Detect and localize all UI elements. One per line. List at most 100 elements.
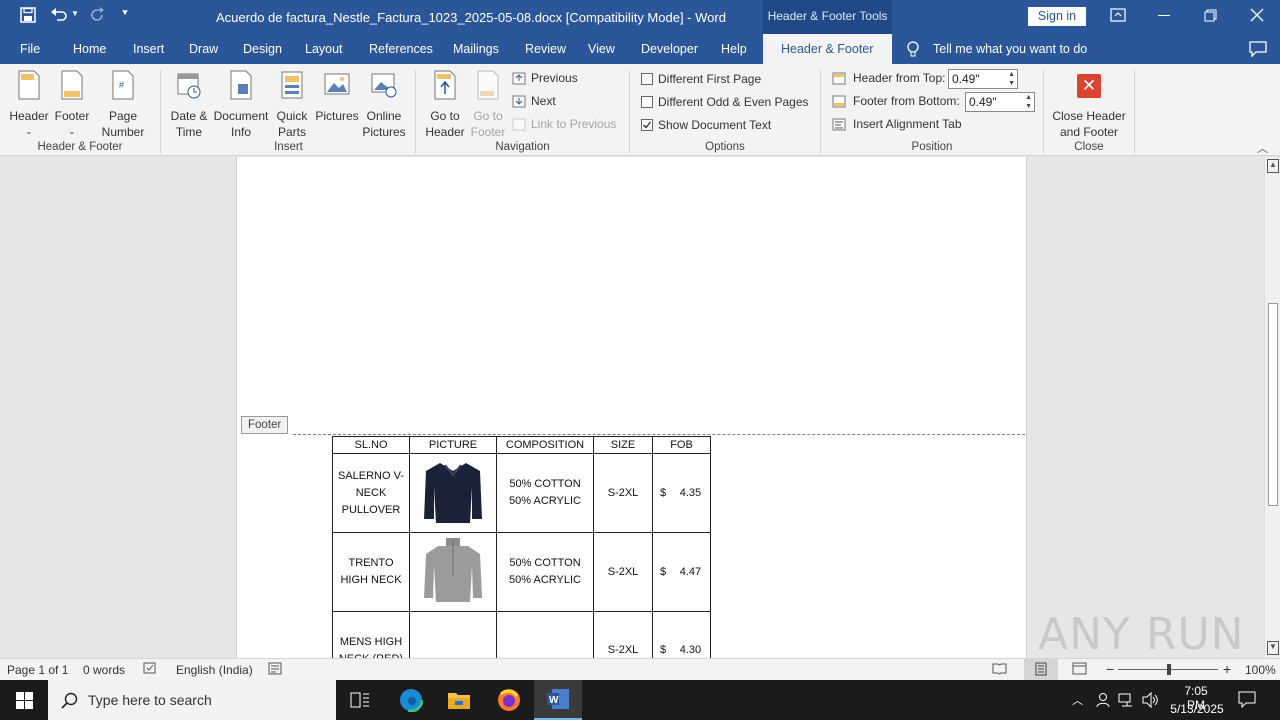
comments-icon[interactable] — [1249, 41, 1267, 60]
previous-button[interactable]: Previous — [512, 71, 578, 85]
tab-view[interactable]: View — [588, 42, 615, 56]
product-size: S-2XL — [593, 611, 653, 658]
save-icon[interactable] — [20, 7, 36, 26]
checkbox-checked[interactable] — [641, 119, 653, 131]
show-document-text-checkbox[interactable]: Show Document Text — [641, 118, 771, 132]
tab-layout[interactable]: Layout — [305, 42, 343, 56]
undo-icon[interactable] — [50, 6, 68, 25]
word-taskbar-icon[interactable]: W — [534, 680, 582, 720]
zoom-level[interactable]: 100% — [1245, 663, 1276, 677]
tell-me-search[interactable]: Tell me what you want to do — [933, 42, 1087, 56]
footer-icon — [61, 70, 83, 100]
edge-icon[interactable] — [388, 680, 434, 720]
ribbon-display-options-icon[interactable] — [1110, 8, 1126, 25]
footer-from-bottom-input[interactable]: 0.49" ▲ ▼ — [965, 92, 1035, 112]
zoom-slider-thumb[interactable] — [1167, 664, 1171, 675]
product-fob: $4.30 — [652, 611, 711, 658]
footer-button[interactable]: Footer ⌄ — [52, 70, 92, 140]
group-label-insert: Insert — [274, 141, 303, 153]
quick-parts-icon — [281, 71, 303, 99]
task-view-icon[interactable] — [338, 680, 382, 720]
close-window-icon[interactable] — [1250, 8, 1264, 25]
people-icon[interactable] — [1096, 692, 1110, 711]
product-table[interactable]: SL.NO PICTURE COMPOSITION SIZE FOB SALER… — [332, 436, 711, 658]
calendar-icon — [177, 73, 201, 99]
document-info-button[interactable]: Document Info — [212, 70, 270, 140]
col-header-picture: PICTURE — [409, 436, 497, 454]
minimize-icon[interactable] — [1158, 15, 1170, 16]
product-name: MENS HIGH NECK (RED) — [332, 611, 410, 658]
notification-icon[interactable] — [1238, 691, 1256, 711]
redo-icon[interactable] — [89, 7, 105, 26]
table-header-row: SL.NO PICTURE COMPOSITION SIZE FOB — [332, 436, 711, 454]
tab-file[interactable]: File — [20, 42, 40, 56]
taskbar-search-box[interactable]: Type here to search — [48, 680, 336, 720]
tab-home[interactable]: Home — [73, 42, 106, 56]
document-page[interactable]: Footer SL.NO PICTURE COMPOSITION SIZE FO… — [236, 157, 1027, 658]
zoom-in-icon[interactable]: + — [1223, 661, 1231, 677]
product-picture-empty — [409, 611, 497, 658]
insert-alignment-tab-button[interactable]: Insert Alignment Tab — [832, 117, 962, 131]
link-to-previous-button[interactable]: Link to Previous — [512, 117, 616, 131]
word-count[interactable]: 0 words — [83, 663, 125, 677]
undo-dropdown-icon[interactable]: ▼ — [71, 9, 79, 18]
page-number-button[interactable]: # Page Number — [92, 70, 154, 140]
web-layout-icon[interactable] — [1072, 662, 1087, 678]
zoom-out-icon[interactable]: − — [1106, 661, 1114, 677]
go-to-header-icon — [434, 70, 456, 100]
go-to-header-button[interactable]: Go to Header — [422, 70, 468, 140]
date-time-button[interactable]: Date & Time — [166, 70, 212, 140]
proofing-icon[interactable] — [143, 662, 158, 678]
header-position-icon — [832, 72, 846, 84]
tab-insert[interactable]: Insert — [133, 42, 164, 56]
vertical-scrollbar[interactable]: ▲ ▼ — [1264, 157, 1280, 658]
different-odd-even-checkbox[interactable]: Different Odd & Even Pages — [641, 95, 809, 109]
scroll-down-icon[interactable]: ▼ — [1267, 641, 1279, 655]
read-mode-icon[interactable] — [992, 662, 1007, 678]
scroll-up-icon[interactable]: ▲ — [1267, 159, 1279, 173]
header-button[interactable]: Header ⌄ — [6, 70, 52, 140]
tab-header-footer[interactable]: Header & Footer — [763, 34, 892, 64]
firefox-icon[interactable] — [486, 680, 532, 720]
network-icon[interactable] — [1118, 692, 1136, 711]
show-hidden-icons[interactable]: ︿ — [1072, 692, 1083, 708]
clock-date[interactable]: 5/13/2025 — [1166, 702, 1228, 716]
restore-icon[interactable] — [1204, 9, 1217, 25]
tab-review[interactable]: Review — [525, 42, 566, 56]
quick-parts-button[interactable]: Quick Parts — [270, 70, 314, 140]
product-size: S-2XL — [593, 453, 653, 533]
tab-draw[interactable]: Draw — [189, 42, 218, 56]
macro-recording-icon[interactable] — [268, 662, 282, 678]
language[interactable]: English (India) — [176, 663, 253, 677]
tab-mailings[interactable]: Mailings — [453, 42, 499, 56]
title-bar: ▼ ⯆ Acuerdo de factura_Nestle_Factura_10… — [0, 0, 1280, 34]
collapse-ribbon-icon[interactable]: ︿ — [1257, 140, 1268, 156]
print-layout-icon[interactable] — [1024, 659, 1058, 680]
different-first-page-checkbox[interactable]: Different First Page — [641, 72, 761, 86]
sign-in-button[interactable]: Sign in — [1028, 7, 1086, 26]
header-from-top-input[interactable]: 0.49" ▲ ▼ — [948, 69, 1018, 89]
go-to-footer-button[interactable]: Go to Footer — [468, 70, 508, 140]
tab-references[interactable]: References — [369, 42, 433, 56]
checkbox-unchecked[interactable] — [641, 96, 653, 108]
checkbox-unchecked[interactable] — [641, 73, 653, 85]
separator — [1134, 70, 1135, 154]
close-header-footer-button[interactable]: ✕ Close Header and Footer — [1048, 70, 1130, 140]
tab-help[interactable]: Help — [721, 42, 747, 56]
volume-icon[interactable] — [1142, 691, 1159, 711]
tab-design[interactable]: Design — [243, 42, 282, 56]
customize-qat-icon[interactable]: ⯆ — [121, 8, 129, 19]
online-pictures-button[interactable]: Online Pictures — [360, 70, 408, 140]
next-button[interactable]: Next — [512, 94, 556, 108]
ribbon-tabs: File Home Insert Draw Design Layout Refe… — [0, 34, 1280, 64]
scroll-thumb[interactable] — [1268, 303, 1278, 506]
group-label-close: Close — [1074, 141, 1104, 153]
link-icon — [512, 118, 526, 130]
windows-start-icon[interactable] — [0, 680, 48, 720]
tab-developer[interactable]: Developer — [641, 42, 698, 56]
document-area: Footer SL.NO PICTURE COMPOSITION SIZE FO… — [0, 157, 1264, 658]
pictures-button[interactable]: Pictures — [314, 70, 360, 124]
ribbon-panel: Header ⌄ Footer ⌄ # Page Number Header & F… — [0, 64, 1280, 156]
page-count[interactable]: Page 1 of 1 — [7, 663, 68, 677]
file-explorer-icon[interactable] — [436, 680, 482, 720]
